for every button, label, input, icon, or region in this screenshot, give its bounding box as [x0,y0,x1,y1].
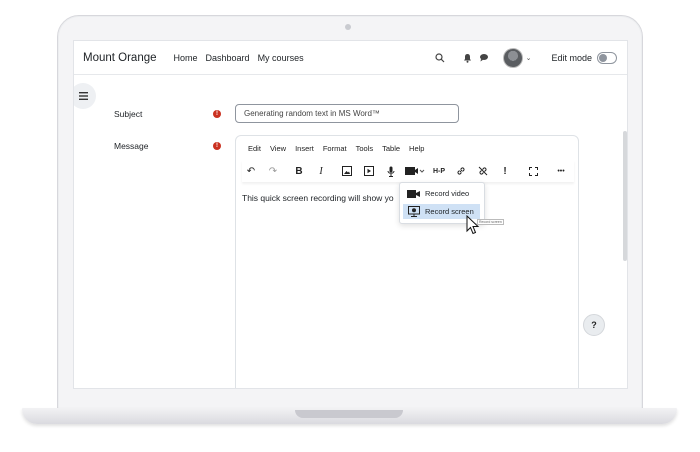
tooltip: Record screen [477,219,504,225]
video-camera-icon[interactable] [404,162,426,180]
required-icon: ! [213,142,221,150]
rich-text-editor[interactable]: Edit View Insert Format Tools Table Help… [235,135,579,388]
menu-format[interactable]: Format [323,144,347,153]
italic-button[interactable]: I [312,162,330,180]
nav-home[interactable]: Home [174,53,198,63]
chat-icon[interactable] [477,51,491,65]
menu-table[interactable]: Table [382,144,400,153]
unlink-icon[interactable] [474,162,492,180]
menu-edit[interactable]: Edit [248,144,261,153]
redo-button[interactable]: ↷ [264,162,282,180]
search-icon[interactable] [433,51,447,65]
site-brand[interactable]: Mount Orange [83,52,157,64]
subject-input[interactable]: Generating random text in MS Word™ [235,104,459,123]
more-button[interactable]: ••• [552,162,570,180]
monitor-icon [407,206,420,217]
image-icon[interactable] [338,162,356,180]
record-video-item[interactable]: Record video [403,186,480,201]
page-scrollbar[interactable] [623,131,627,261]
menu-tools[interactable]: Tools [356,144,374,153]
drawer-toggle-button[interactable] [74,83,96,109]
navbar-right: ⌄ Edit mode [425,41,617,74]
required-icon: ! [213,110,221,118]
user-avatar[interactable] [502,47,523,68]
list-icon [78,92,88,100]
fullscreen-icon[interactable] [524,162,542,180]
laptop-notch [295,410,403,418]
link-icon[interactable] [452,162,470,180]
video-camera-icon [407,189,420,198]
message-label: Message [114,141,149,151]
nav-my-courses[interactable]: My courses [258,53,304,63]
subject-label: Subject [114,109,143,119]
h5p-button[interactable]: H-P [430,162,448,180]
help-button[interactable]: ? [583,314,605,336]
edit-mode-toggle[interactable] [597,51,617,64]
menu-view[interactable]: View [270,144,286,153]
record-video-label: Record video [425,189,470,198]
editor-content[interactable]: This quick screen recording will show yo [242,193,394,203]
microphone-icon[interactable] [382,162,400,180]
bell-icon[interactable] [461,51,475,65]
editor-menubar: Edit View Insert Format Tools Table Help [248,144,433,153]
menu-help[interactable]: Help [409,144,424,153]
screen: Mount Orange Home Dashboard My courses ⌄… [73,40,628,389]
chevron-down-icon[interactable]: ⌄ [526,54,532,62]
media-icon[interactable] [360,162,378,180]
exclamation-button[interactable]: ! [496,162,514,180]
navbar: Mount Orange Home Dashboard My courses ⌄… [74,41,627,75]
edit-mode-label: Edit mode [551,52,592,63]
mouse-cursor-icon [466,214,480,240]
menu-insert[interactable]: Insert [295,144,314,153]
nav-dashboard[interactable]: Dashboard [206,53,250,63]
camera-dot [345,24,351,30]
undo-button[interactable]: ↶ [242,162,260,180]
bold-button[interactable]: B [290,162,308,180]
editor-toolbar: ↶ ↷ B I H-P ! ••• [242,160,574,182]
